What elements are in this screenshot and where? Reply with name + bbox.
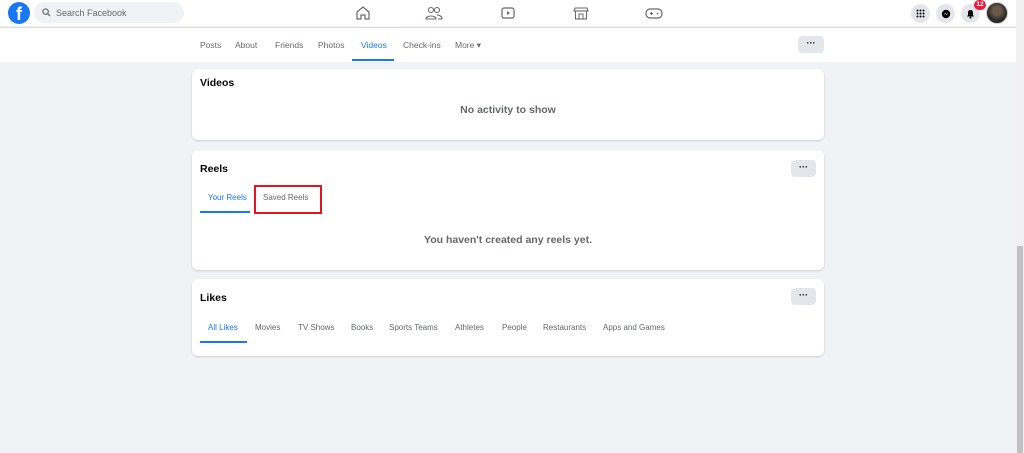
reels-empty-message: You haven't created any reels yet.	[423, 234, 593, 246]
tab-check-ins[interactable]: Check-ins	[403, 40, 441, 50]
likes-card: Likes ··· All Likes Movies TV Shows Book…	[192, 279, 824, 356]
home-icon[interactable]	[353, 3, 373, 23]
search-box[interactable]	[34, 2, 184, 23]
menu-grid-icon[interactable]	[911, 4, 930, 23]
likes-more-options-button[interactable]: ···	[791, 288, 816, 305]
tab-about[interactable]: About	[235, 40, 257, 50]
tab-apps-and-games[interactable]: Apps and Games	[603, 323, 665, 332]
tab-all-likes[interactable]: All Likes	[208, 323, 238, 332]
reels-more-options-button[interactable]: ···	[791, 160, 816, 177]
profile-avatar[interactable]	[986, 2, 1008, 24]
scrollbar-thumb[interactable]	[1017, 246, 1023, 453]
search-icon	[42, 8, 51, 17]
tab-people[interactable]: People	[502, 323, 527, 332]
tab-athletes[interactable]: Athletes	[455, 323, 484, 332]
top-navbar: f 12	[0, 0, 1016, 26]
profile-tabs-bar: Posts About Friends Photos Videos Check-…	[0, 27, 1016, 62]
reels-card-title: Reels	[200, 163, 229, 175]
tab-your-reels[interactable]: Your Reels	[208, 193, 247, 202]
saved-reels-highlight-box	[254, 185, 322, 214]
profile-more-options-button[interactable]: ···	[798, 36, 824, 53]
tab-restaurants[interactable]: Restaurants	[543, 323, 586, 332]
tab-friends[interactable]: Friends	[275, 40, 303, 50]
tab-posts[interactable]: Posts	[200, 40, 221, 50]
likes-card-title: Likes	[200, 292, 227, 304]
videos-card: Videos No activity to show	[192, 69, 824, 140]
reels-active-tab-indicator	[200, 211, 250, 213]
tab-books[interactable]: Books	[351, 323, 373, 332]
facebook-logo-icon[interactable]: f	[8, 2, 30, 24]
gaming-icon[interactable]	[644, 3, 664, 23]
tab-tv-shows[interactable]: TV Shows	[298, 323, 334, 332]
watch-icon[interactable]	[498, 3, 518, 23]
tab-movies[interactable]: Movies	[255, 323, 280, 332]
videos-empty-message: No activity to show	[460, 104, 556, 116]
page-scrollbar[interactable]	[1016, 0, 1024, 453]
marketplace-icon[interactable]	[571, 3, 591, 23]
messenger-icon[interactable]	[936, 4, 955, 23]
tab-videos[interactable]: Videos	[361, 40, 387, 50]
active-tab-indicator	[352, 59, 394, 61]
likes-active-tab-indicator	[200, 341, 247, 343]
tab-more[interactable]: More ▾	[455, 40, 481, 51]
notification-count-badge: 12	[974, 0, 986, 10]
search-input[interactable]	[56, 7, 176, 18]
videos-card-title: Videos	[200, 77, 235, 89]
tab-photos[interactable]: Photos	[318, 40, 344, 50]
tab-sports-teams[interactable]: Sports Teams	[389, 323, 438, 332]
friends-icon[interactable]	[424, 3, 444, 23]
